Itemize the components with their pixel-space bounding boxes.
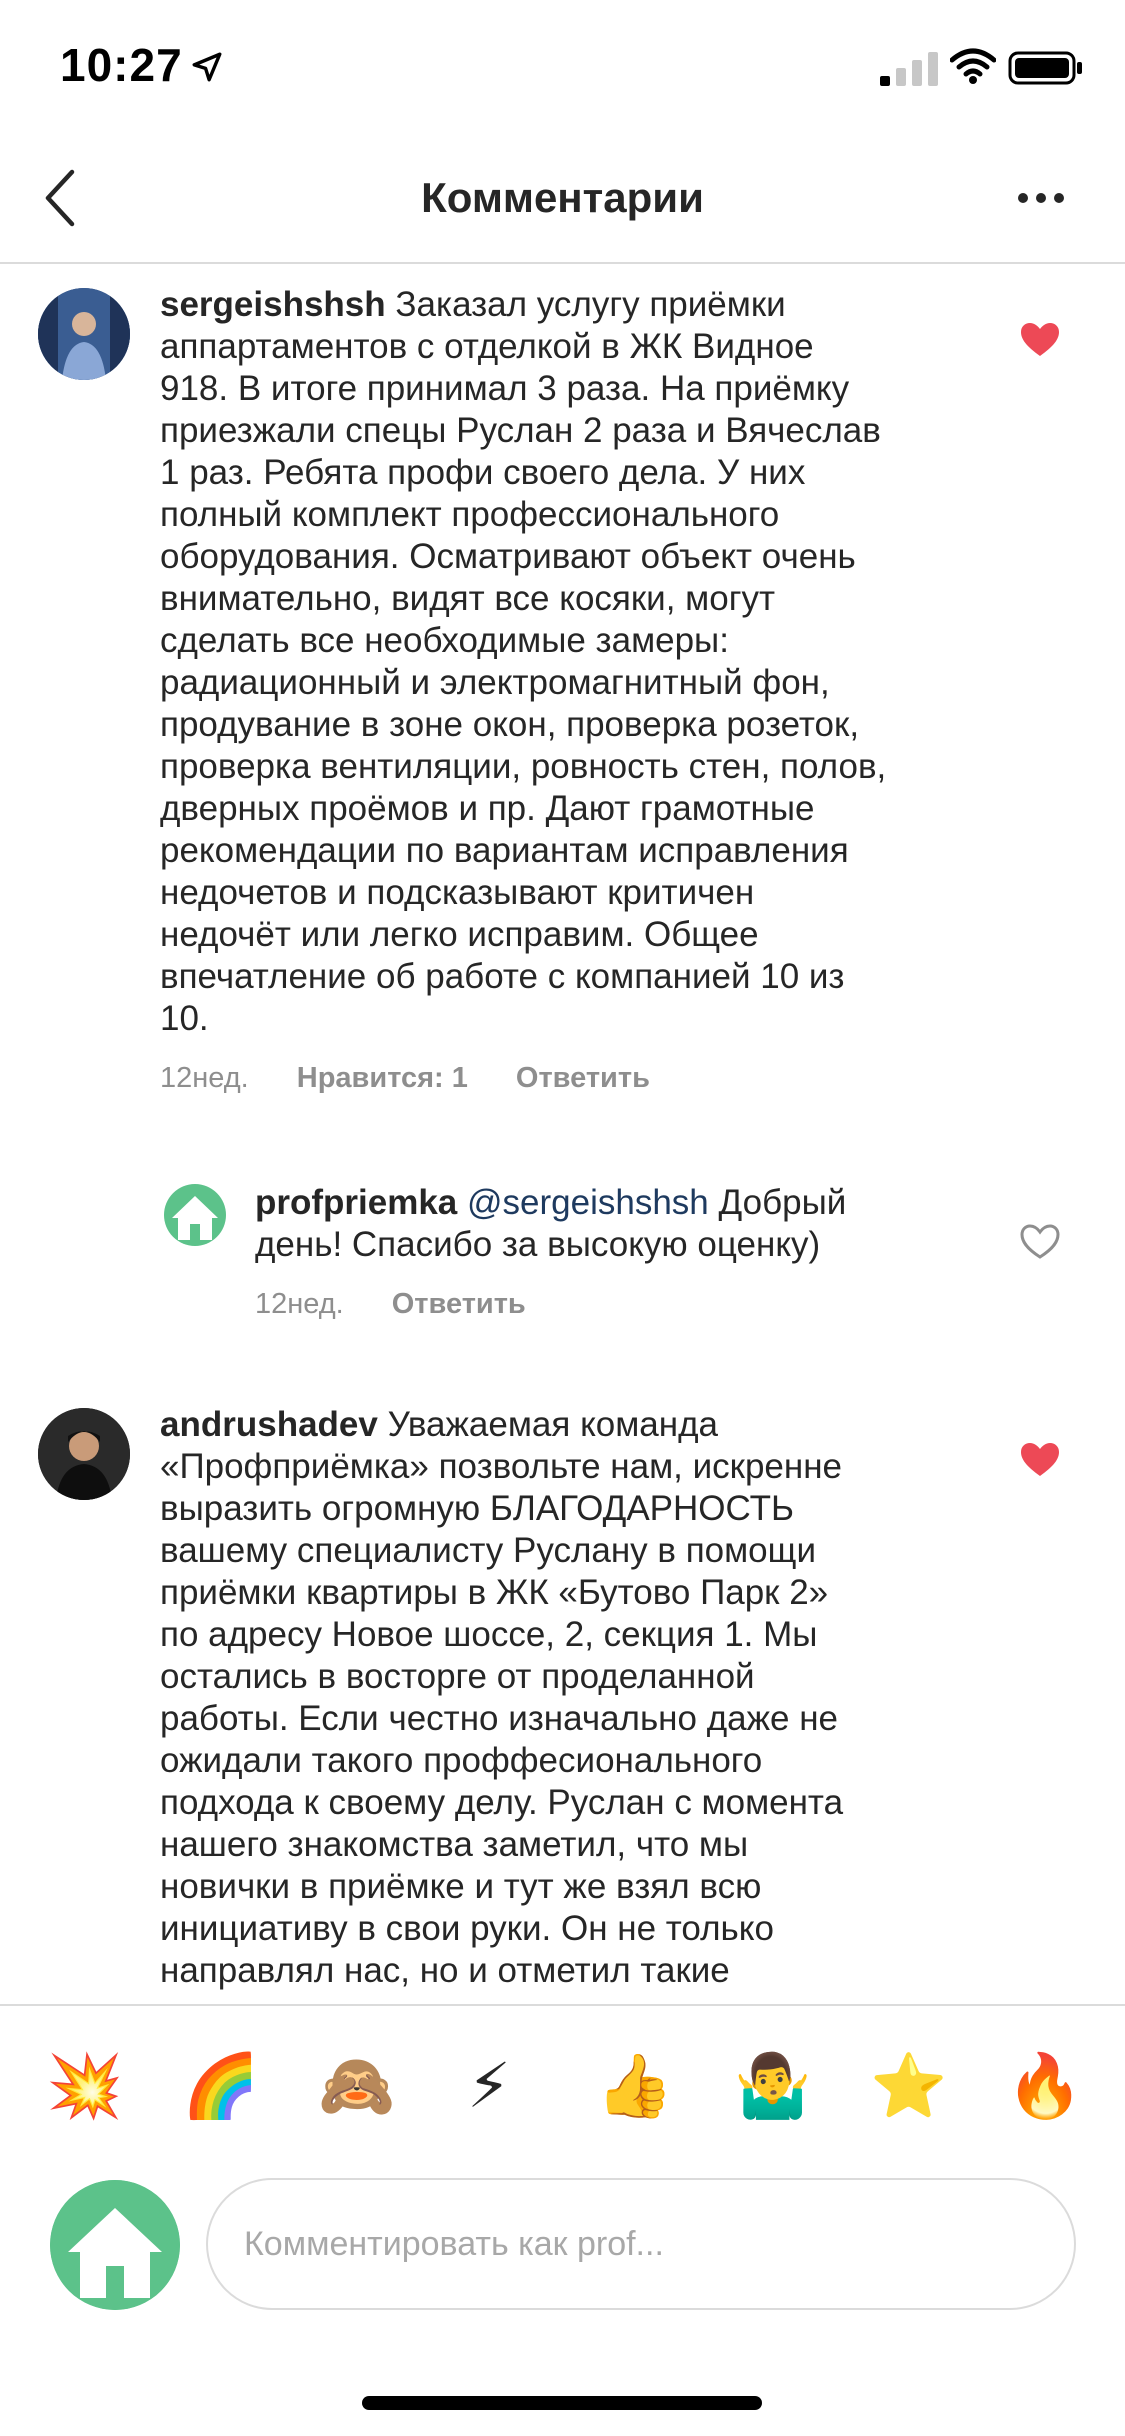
emoji-star[interactable]: ⭐	[870, 2052, 947, 2122]
heart-outline-icon[interactable]	[1020, 1224, 1060, 1260]
status-bar: 10:27	[0, 0, 1125, 140]
comment-body: sergeishshsh Заказал услугу приёмки аппа…	[160, 285, 887, 1038]
comment-input[interactable]	[206, 2178, 1076, 2310]
location-arrow-icon	[192, 52, 222, 82]
user-photo-icon	[38, 288, 130, 380]
nav-bar: Комментарии	[0, 140, 1125, 264]
heart-liked-icon[interactable]	[1020, 322, 1060, 358]
avatar[interactable]	[38, 1408, 130, 1500]
emoji-rainbow[interactable]: 🌈	[182, 2052, 259, 2122]
comments-list: sergeishshsh Заказал услугу приёмки аппа…	[0, 266, 1125, 2004]
emoji-shrug[interactable]: 🤷‍♂️	[734, 2052, 811, 2122]
page-title: Комментарии	[421, 174, 704, 221]
user-photo-icon	[38, 1408, 130, 1500]
avatar[interactable]	[162, 1182, 228, 1248]
avatar	[50, 2180, 180, 2310]
mention-link[interactable]: @sergeishshsh	[467, 1183, 709, 1222]
comment-username[interactable]: andrushadev	[160, 1405, 378, 1444]
comment-composer	[0, 2174, 1125, 2324]
emoji-lightning[interactable]: ⚡	[454, 2052, 524, 2122]
comment-body: andrushadev Уважаемая команда «Профприём…	[160, 1405, 844, 1990]
comment-time: 12нед.	[160, 1062, 249, 1094]
home-indicator[interactable]	[362, 2396, 762, 2410]
comment-time: 12нед.	[255, 1288, 344, 1320]
status-time: 10:27	[60, 39, 183, 91]
comment-meta: 12нед. Ответить	[255, 1288, 574, 1321]
comment-username[interactable]: profpriemka	[255, 1183, 457, 1222]
heart-liked-icon[interactable]	[1020, 1442, 1060, 1478]
cellular-signal-icon	[880, 52, 938, 86]
comment-meta: 12нед. Нравится: 1 Ответить	[160, 1062, 698, 1095]
wifi-icon	[950, 48, 996, 84]
comment-body: profpriemka @sergeishshsh Добрый день! С…	[255, 1183, 847, 1264]
reply-button[interactable]: Ответить	[516, 1062, 650, 1094]
comment-username[interactable]: sergeishshsh	[160, 285, 386, 324]
emoji-bar: 💥 🌈 🙈 ⚡ 👍 🤷‍♂️ ⭐ 🔥	[0, 2004, 1125, 2174]
avatar[interactable]	[38, 288, 130, 380]
emoji-fire[interactable]: 🔥	[1006, 2052, 1083, 2122]
battery-icon	[1008, 51, 1082, 85]
reply-button[interactable]: Ответить	[392, 1288, 526, 1320]
home-logo-icon	[50, 2180, 180, 2310]
emoji-see-no-evil[interactable]: 🙈	[318, 2052, 395, 2122]
home-logo-icon	[164, 1184, 226, 1246]
emoji-collision[interactable]: 💥	[46, 2052, 123, 2122]
emoji-thumbs-up[interactable]: 👍	[596, 2052, 673, 2122]
likes-count-button[interactable]: Нравится: 1	[297, 1062, 468, 1094]
more-options-icon[interactable]	[1016, 190, 1066, 206]
